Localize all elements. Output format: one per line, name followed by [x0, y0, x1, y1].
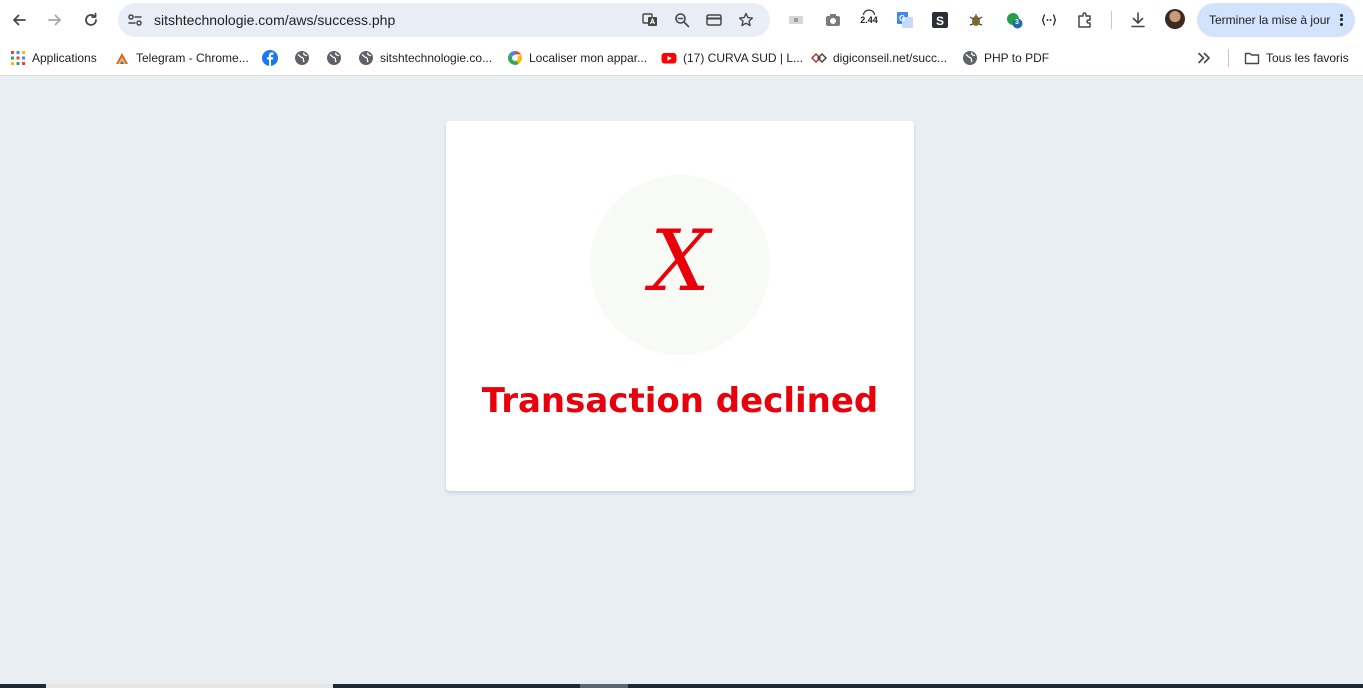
extension-screen-icon[interactable] — [785, 9, 807, 31]
bookmark-php-to-pdf[interactable]: PHP to PDF — [962, 48, 1049, 68]
status-icon-circle: X — [590, 175, 770, 355]
taskbar-segment — [580, 684, 628, 688]
taskbar-segment — [46, 684, 333, 688]
bookmark-digiconseil[interactable]: digiconseil.net/succ... — [811, 48, 947, 68]
payment-card-icon[interactable] — [705, 11, 723, 29]
google-find-device-icon — [507, 50, 523, 66]
profile-avatar[interactable] — [1165, 9, 1185, 29]
s-extension-icon[interactable]: S — [929, 9, 951, 31]
globe-icon — [294, 50, 310, 66]
forward-button[interactable] — [41, 6, 69, 34]
bookmark-label: (17) CURVA SUD | L... — [683, 51, 804, 65]
bookmark-applications[interactable]: Applications — [10, 48, 97, 68]
download-icon[interactable] — [1127, 9, 1149, 31]
camera-icon[interactable] — [822, 9, 844, 31]
bookmark-sitshtechnologie[interactable]: sitshtechnologie.co... — [358, 48, 492, 68]
more-bookmarks-button[interactable] — [1196, 48, 1212, 68]
reload-button[interactable] — [77, 6, 105, 34]
svg-text:S: S — [936, 14, 944, 28]
svg-text:G: G — [899, 14, 905, 23]
globe-icon — [326, 50, 342, 66]
status-title: Transaction declined — [481, 381, 879, 421]
globe-icon — [962, 50, 978, 66]
arrow-right-icon — [48, 14, 61, 26]
toolbar-divider — [1111, 11, 1112, 29]
youtube-icon — [661, 50, 677, 66]
bookmark-label: PHP to PDF — [984, 51, 1050, 65]
bookmark-facebook[interactable] — [262, 48, 278, 68]
bug-extension-icon[interactable] — [965, 9, 987, 31]
url-text[interactable]: sitshtechnologie.com/aws/success.php — [154, 12, 395, 28]
translate-icon[interactable] — [641, 11, 659, 29]
update-button-label: Terminer la mise à jour — [1209, 13, 1331, 27]
bookmark-telegram[interactable]: Telegram - Chrome... — [114, 48, 249, 68]
site-info-icon[interactable] — [126, 11, 144, 29]
all-bookmarks-label: Tous les favoris — [1266, 51, 1349, 65]
speed-badge: 2.44 — [860, 15, 878, 25]
bookmark-label: Applications — [32, 51, 97, 65]
declined-x-icon: X — [650, 212, 710, 310]
bookmark-globe-2[interactable] — [326, 48, 342, 68]
arrow-left-icon — [13, 14, 26, 26]
speed-extension-icon[interactable]: 2.44 — [858, 9, 880, 31]
back-button[interactable] — [5, 6, 33, 34]
taskbar-edge — [0, 684, 1363, 688]
bookmark-label: Localiser mon appar... — [529, 51, 648, 65]
json-extension-icon[interactable] — [1038, 9, 1060, 31]
folder-icon — [1244, 50, 1260, 66]
bookmarks-bar: Applications Telegram - Chrome... sitsht… — [0, 40, 1363, 76]
bookmark-label: Telegram - Chrome... — [136, 51, 249, 65]
more-options-icon[interactable] — [1336, 12, 1346, 28]
update-button[interactable]: Terminer la mise à jour — [1197, 3, 1355, 37]
apps-grid-icon — [10, 50, 26, 66]
browser-toolbar: sitshtechnologie.com/aws/success.php 2.4… — [0, 0, 1363, 40]
bookmark-star-icon[interactable] — [737, 11, 755, 29]
google-translate-icon[interactable]: G — [894, 9, 916, 31]
extensions-puzzle-icon[interactable] — [1074, 9, 1096, 31]
notification-badge: 3 — [1015, 19, 1019, 26]
bookmark-globe-1[interactable] — [294, 48, 310, 68]
bookmark-label: digiconseil.net/succ... — [833, 51, 948, 65]
double-chevron-right-icon — [1196, 50, 1212, 66]
all-bookmarks-folder[interactable]: Tous les favoris — [1244, 48, 1349, 68]
telegram-icon — [114, 50, 130, 66]
digiconseil-icon — [811, 50, 827, 66]
chat-extension-icon[interactable]: 3 — [1003, 9, 1025, 31]
globe-icon — [358, 50, 374, 66]
zoom-icon[interactable] — [673, 11, 691, 29]
reload-icon — [85, 12, 97, 26]
transaction-status-card: X Transaction declined — [446, 121, 914, 491]
bookmarks-divider — [1228, 49, 1229, 67]
bookmark-label: sitshtechnologie.co... — [380, 51, 493, 65]
bookmark-youtube[interactable]: (17) CURVA SUD | L... — [661, 48, 803, 68]
address-bar[interactable]: sitshtechnologie.com/aws/success.php — [118, 3, 770, 37]
facebook-icon — [262, 50, 278, 66]
bookmark-find-device[interactable]: Localiser mon appar... — [507, 48, 647, 68]
